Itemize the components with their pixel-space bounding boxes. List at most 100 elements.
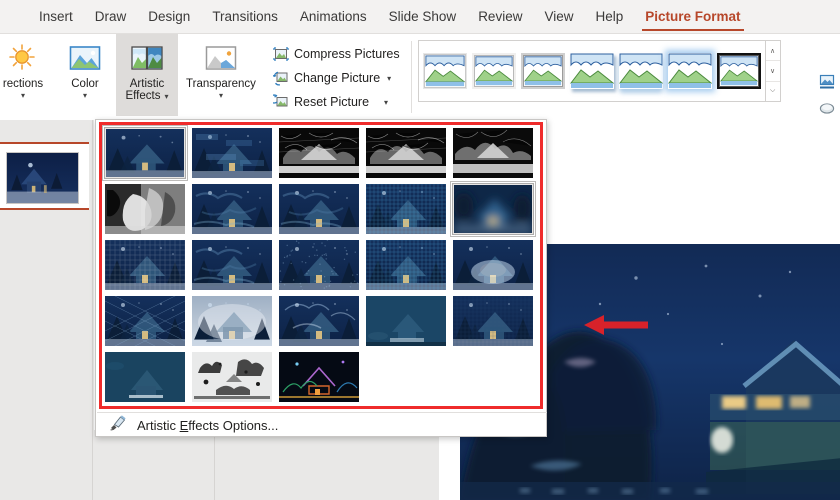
ribbon-tab-transitions[interactable]: Transitions <box>201 2 289 32</box>
chevron-down-icon[interactable]: ▾ <box>387 74 391 83</box>
scroll-up-button[interactable]: ∧ <box>766 41 780 61</box>
picture-style-beveled-matte-white[interactable] <box>472 53 516 89</box>
artistic-effect-thumbnail <box>366 184 446 234</box>
picture-style-metal-frame[interactable] <box>521 53 565 89</box>
artistic-effect-thumbnail <box>279 184 359 234</box>
ribbon-tab-view[interactable]: View <box>533 2 584 32</box>
chevron-down-icon[interactable]: ▾ <box>164 92 168 101</box>
picture-style-simple-frame-white[interactable] <box>423 53 467 89</box>
artistic-effect-thumbnail <box>453 240 533 290</box>
ribbon-tab-strip: InsertDrawDesignTransitionsAnimationsSli… <box>0 0 840 34</box>
ribbon-button-corrections[interactable]: rections ▾ <box>0 34 54 116</box>
artistic-effect-film-grain[interactable] <box>279 240 359 290</box>
ribbon-button-transparency-label: Transparency <box>186 78 256 90</box>
ribbon-button-compress-pictures[interactable]: Compress Pictures <box>270 43 403 64</box>
ribbon-button-color[interactable]: Color ▾ <box>54 34 116 116</box>
artistic-effects-grid <box>105 128 537 402</box>
ribbon-button-reset-picture[interactable]: Reset Picture ▾ <box>270 91 403 112</box>
picture-style-drop-shadow-rectangle[interactable] <box>570 53 614 89</box>
ribbon-tab-review[interactable]: Review <box>467 2 533 32</box>
artistic-effect-thumbnail <box>279 240 359 290</box>
artistic-effect-thumbnail <box>279 128 359 178</box>
ribbon-button-change-picture[interactable]: Change Picture ▾ <box>270 67 403 88</box>
artistic-effect-thumbnail <box>192 352 272 402</box>
chevron-down-icon[interactable]: ▾ <box>384 98 388 107</box>
artistic-effect-thumbnail <box>192 296 272 346</box>
artistic-effect-glow-edges[interactable] <box>279 352 359 402</box>
chevron-down-icon[interactable]: ▾ <box>219 91 223 100</box>
chevron-down-icon[interactable]: ▾ <box>21 91 25 100</box>
ribbon-tab-help[interactable]: Help <box>584 2 634 32</box>
transparency-icon <box>204 40 238 76</box>
ribbon-tab-picture-format[interactable]: Picture Format <box>634 2 751 32</box>
artistic-effect-paint-strokes[interactable] <box>192 184 272 234</box>
artistic-effect-line-drawing[interactable] <box>453 128 533 178</box>
picture-commands-group: Compress Pictures Change Picture ▾ <box>264 34 403 116</box>
ribbon-button-color-label: Color <box>71 78 98 90</box>
artistic-effect-thumbnail <box>453 296 533 346</box>
artistic-effects-options-icon <box>109 414 127 436</box>
artistic-effect-pencil-grayscale[interactable] <box>279 128 359 178</box>
artistic-effect-pastels-smooth[interactable] <box>192 296 272 346</box>
sun-icon <box>8 40 38 76</box>
ribbon-button-artistic-effects-label2: Effects <box>126 90 161 102</box>
editor-gutter-left <box>94 430 214 500</box>
ribbon-tab-animations[interactable]: Animations <box>289 2 378 32</box>
artistic-effect-photocopy[interactable] <box>192 352 272 402</box>
ribbon-tab-design[interactable]: Design <box>137 2 201 32</box>
more-styles-button[interactable]: ⌵ <box>766 82 780 101</box>
artistic-effect-thumbnail <box>105 296 185 346</box>
ribbon-tab-slide-show[interactable]: Slide Show <box>378 2 468 32</box>
artistic-effect-blur[interactable] <box>453 184 533 234</box>
reset-picture-icon <box>273 94 289 110</box>
artistic-effect-thumbnail <box>105 352 185 402</box>
change-picture-icon <box>273 70 289 86</box>
picture-styles-gallery[interactable] <box>418 40 766 102</box>
ribbon-button-transparency[interactable]: Transparency ▾ <box>178 34 264 116</box>
artistic-effect-watercolor-sponge[interactable] <box>192 240 272 290</box>
slide-thumbnail-pane[interactable] <box>0 120 93 500</box>
picture-style-reflected-rounded-rectangle[interactable] <box>619 53 663 89</box>
red-arrow-annotation <box>582 312 648 338</box>
ribbon-tab-draw[interactable]: Draw <box>84 2 138 32</box>
editor-gutter-left-2 <box>215 430 439 500</box>
artistic-effect-pencil-sketch[interactable] <box>366 128 446 178</box>
artistic-effects-gallery[interactable]: Artistic Effects Options... <box>95 119 547 437</box>
artistic-effect-paint-brush[interactable] <box>279 184 359 234</box>
ribbon-group-divider <box>411 41 412 113</box>
picture-border-icon[interactable] <box>819 74 835 94</box>
slide-1-thumbnail[interactable] <box>0 142 89 210</box>
artistic-effect-cutout[interactable] <box>105 352 185 402</box>
picture-style-soft-edge-rectangle[interactable] <box>668 53 712 89</box>
artistic-effect-texturizer[interactable] <box>453 296 533 346</box>
powerpoint-window: InsertDrawDesignTransitionsAnimationsSli… <box>0 0 840 500</box>
picture-effects-icon[interactable] <box>819 101 835 121</box>
ribbon-button-corrections-label: rections <box>3 78 43 90</box>
artistic-effect-light-screen[interactable] <box>105 240 185 290</box>
artistic-effect-crisscross-etching[interactable] <box>105 296 185 346</box>
artistic-effect-thumbnail <box>106 129 184 177</box>
artistic-effect-mosaic-bubbles[interactable] <box>366 240 446 290</box>
artistic-effect-cement[interactable] <box>366 296 446 346</box>
artistic-effect-marker[interactable] <box>192 128 272 178</box>
artistic-effect-thumbnail <box>192 128 272 178</box>
artistic-effects-options-menu-item[interactable]: Artistic Effects Options... <box>97 413 547 437</box>
artistic-effect-none[interactable] <box>105 128 185 178</box>
artistic-effect-thumbnail <box>366 296 446 346</box>
chevron-down-icon[interactable]: ▾ <box>83 91 87 100</box>
ribbon-button-artistic-effects[interactable]: Artistic Effects ▾ <box>116 34 178 116</box>
compress-pictures-label: Compress Pictures <box>294 47 400 61</box>
artistic-effect-glass[interactable] <box>366 184 446 234</box>
artistic-effect-thumbnail <box>454 185 532 233</box>
artistic-effect-thumbnail <box>105 240 185 290</box>
artistic-effect-glow-diffused[interactable] <box>453 240 533 290</box>
artistic-effect-chalk-sketch[interactable] <box>105 184 185 234</box>
ribbon-tab-insert[interactable]: Insert <box>28 2 84 32</box>
picture-styles-scroll-buttons[interactable]: ∧∨⌵ <box>766 40 781 102</box>
artistic-effect-plastic-wrap[interactable] <box>279 296 359 346</box>
slide-1-thumbnail-image <box>6 152 79 204</box>
artistic-effect-thumbnail <box>279 296 359 346</box>
ribbon: rections ▾ Color ▾ <box>0 34 840 120</box>
scroll-down-button[interactable]: ∨ <box>766 61 780 81</box>
picture-style-thick-matte-black[interactable] <box>717 53 761 89</box>
